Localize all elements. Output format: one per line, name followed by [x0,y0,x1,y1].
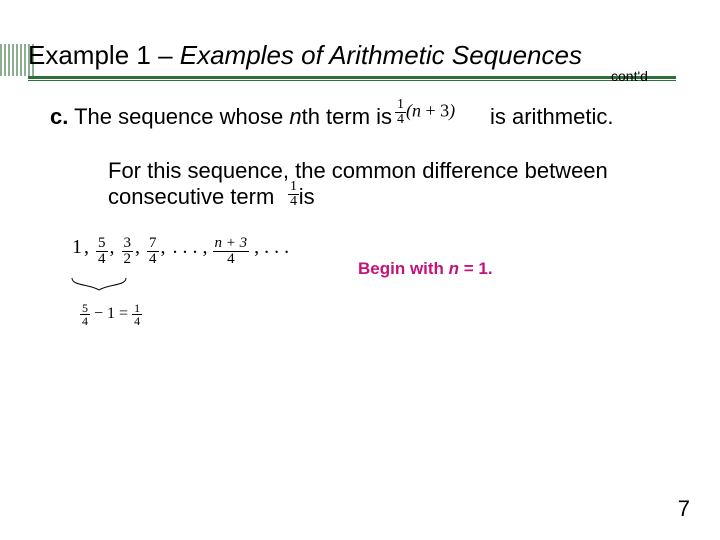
seq-t1: 1 [72,236,82,258]
inline-quarter-frac: 1 4 [288,180,299,209]
seq-dots2: , . . . [254,236,289,258]
sequence-display: 1, 54, 32, 74, . . . , n + 34 , . . . [72,236,289,267]
inline-quarter: 1 4 . [288,180,303,209]
inline-quarter-den: 4 [288,195,299,209]
item-c-line1: c. The sequence whose nth term is [50,104,392,130]
begin-pre: Begin with [358,259,449,278]
title-rule-top [28,76,676,79]
diff-b: 1 [107,305,115,322]
frac-den: 4 [395,113,406,127]
frac-one-quarter: 1 4 [395,98,406,127]
underbrace [70,276,128,296]
inline-quarter-dot: . [299,187,303,202]
item-c-label: c. [50,104,68,129]
para-line2a: consecutive term [108,184,274,209]
contd-label: cont'd [611,68,648,84]
frac-num: 1 [395,98,406,113]
diff-r: 14 [132,302,142,327]
slide-title: Example 1 – Examples of Arithmetic Seque… [28,40,582,71]
plus3: + 3 [421,101,449,121]
seq-dots1: . . . , [173,236,208,258]
item-c-pre: The sequence whose [68,104,289,129]
diff-minus: − [90,305,107,322]
inline-quarter-num: 1 [288,180,299,195]
title-rule-bottom [28,80,676,81]
para-line1: For this sequence, the common difference… [108,158,608,184]
nth-n: n [289,104,301,129]
formula-n: n [412,101,421,121]
begin-n: n [449,259,459,278]
nth-term-formula: 1 4 (n + 3) [395,98,455,127]
difference-expr: 54 − 1 = 14 [80,302,142,327]
para-line2: consecutive term is [108,184,315,210]
page-number: 7 [678,496,690,522]
item-c-post: is arithmetic. [490,104,613,130]
title-ital: Examples of Arithmetic Sequences [180,40,582,70]
diff-a: 54 [80,302,90,327]
begin-post: = 1. [459,259,493,278]
rpar: ) [449,101,455,121]
title-prefix: Example 1 – [28,40,180,70]
diff-eq: = [115,305,132,322]
seq-t2: 54 [96,236,108,267]
nth-rest: th term is [302,104,392,129]
underbrace-svg [70,276,128,296]
seq-t3: 32 [122,236,134,267]
seq-t4: 74 [147,236,159,267]
begin-note: Begin with n = 1. [358,259,493,279]
seq-gen: n + 34 [213,236,250,267]
